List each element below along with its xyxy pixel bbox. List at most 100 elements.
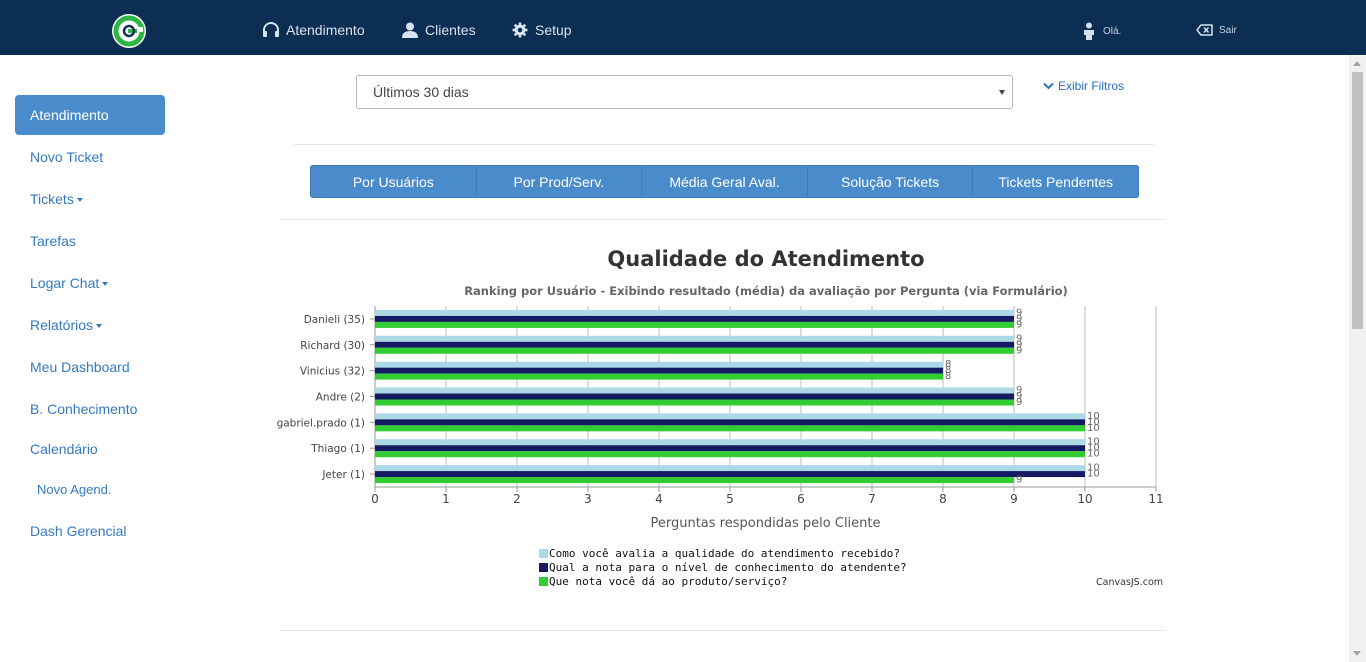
sidebar-item-label: Dash Gerencial [30, 523, 127, 539]
user-figure-icon [1084, 22, 1094, 40]
sidebar-item-dash-gerencial[interactable]: Dash Gerencial [15, 511, 165, 551]
legend-item[interactable]: Qual a nota para o nível de conhecimento… [539, 560, 907, 574]
data-label: 10 [1087, 449, 1100, 460]
bar [375, 321, 1014, 328]
bar [375, 341, 1014, 348]
sidebar-item-tarefas[interactable]: Tarefas [15, 221, 165, 261]
bar [375, 419, 1085, 426]
nav-clientes[interactable]: Clientes [401, 20, 476, 40]
scroll-thumb[interactable] [1352, 72, 1363, 329]
chart-credit[interactable]: CanvasJS.com [1096, 577, 1163, 588]
sidebar-item-label: Relatórios [30, 317, 94, 333]
sidebar-item-novo-ticket[interactable]: Novo Ticket [15, 137, 165, 177]
y-tick-label: Vinicius (32) [300, 366, 365, 378]
y-tick-label: Richard (30) [300, 340, 365, 352]
bar [375, 413, 1085, 420]
tab-solucao-tickets[interactable]: Solução Tickets [807, 165, 974, 198]
nav-setup[interactable]: Setup [511, 20, 572, 40]
x-tick-label: 7 [868, 492, 876, 506]
app-logo[interactable] [112, 14, 146, 48]
bar [375, 477, 1014, 484]
scroll-down-icon[interactable] [1353, 651, 1361, 656]
gear-icon [512, 22, 528, 38]
legend-item[interactable]: Que nota você dá ao produto/serviço? [539, 574, 907, 588]
sidebar-item-tickets[interactable]: Tickets [15, 179, 165, 219]
legend-label: Que nota você dá ao produto/serviço? [549, 574, 788, 588]
sidebar-item-label: Tarefas [30, 233, 76, 249]
legend-label: Qual a nota para o nível de conhecimento… [549, 560, 907, 574]
nav-atendimento[interactable]: Atendimento [262, 20, 365, 40]
caret-down-icon [102, 282, 109, 286]
sidebar-item-label: Meu Dashboard [30, 359, 130, 375]
x-tick-label: 2 [513, 492, 521, 506]
page-scrollbar[interactable] [1349, 55, 1366, 662]
user-menu[interactable]: Olá. [1082, 22, 1121, 40]
bar [375, 347, 1014, 354]
data-label: 9 [1016, 345, 1022, 356]
bar [375, 439, 1085, 446]
headphones-icon [263, 22, 279, 37]
sidebar-item-meu-dashboard[interactable]: Meu Dashboard [15, 347, 165, 387]
period-select[interactable]: Últimos 30 dias [356, 75, 1013, 109]
sidebar-item-label: Atendimento [30, 107, 109, 123]
tab-tickets-pendentes[interactable]: Tickets Pendentes [973, 165, 1139, 198]
bar [375, 315, 1014, 322]
y-tick-label: Andre (2) [316, 392, 365, 404]
sidebar-item-label: Novo Agend. [37, 481, 112, 497]
bar [375, 451, 1085, 458]
bar [375, 393, 1014, 400]
x-tick-label: 6 [797, 492, 805, 506]
chart-plot: 0 1 2 3 4 5 6 7 8 9 10 11 Perguntas respondidas pelo… [277, 306, 1164, 531]
bar [375, 367, 943, 374]
y-tick-label: Thiago (1) [310, 443, 365, 455]
sidebar-item-label: Novo Ticket [30, 149, 104, 165]
sidebar-item-b-conhecimento[interactable]: B. Conhecimento [15, 389, 165, 429]
backspace-icon [1196, 24, 1213, 36]
bar [375, 471, 1085, 478]
greeting-label: Olá. [1103, 25, 1122, 37]
y-tick-label: gabriel.prado (1) [277, 417, 365, 429]
x-tick-label: 3 [584, 492, 592, 506]
bar [375, 335, 1014, 342]
sidebar-item-label: Tickets [30, 191, 74, 207]
logout-button[interactable]: Sair [1196, 22, 1237, 38]
x-tick-label: 4 [655, 492, 663, 506]
tab-por-usuarios[interactable]: Por Usuários [310, 165, 477, 198]
sidebar-item-novo-agend[interactable]: Novo Agend. [15, 469, 165, 509]
divider [294, 144, 1154, 145]
bar [375, 309, 1014, 316]
data-label: 10 [1087, 423, 1100, 434]
sidebar-item-calendario[interactable]: Calendário [15, 429, 165, 469]
x-tick-label: 1 [442, 492, 450, 506]
divider [280, 630, 1166, 631]
nav-setup-label: Setup [535, 22, 572, 38]
x-tick-label: 8 [939, 492, 947, 506]
caret-down-icon [96, 324, 103, 328]
chevron-down-icon [1043, 82, 1054, 90]
data-label: 9 [1016, 319, 1022, 330]
sidebar-item-label: B. Conhecimento [30, 401, 138, 417]
scroll-up-icon[interactable] [1353, 61, 1361, 66]
show-filters-link[interactable]: Exibir Filtros [1043, 78, 1124, 94]
sidebar-item-relatorios[interactable]: Relatórios [15, 305, 165, 345]
x-tick-label: 0 [371, 492, 379, 506]
user-icon [402, 22, 418, 38]
data-label: 9 [1016, 475, 1022, 486]
sidebar-item-logar-chat[interactable]: Logar Chat [15, 263, 165, 303]
sidebar-item-label: Logar Chat [30, 275, 100, 291]
bar [375, 361, 943, 368]
data-label: 10 [1087, 469, 1100, 480]
y-tick-label: Danieli (35) [304, 314, 365, 326]
tab-media-geral-aval[interactable]: Média Geral Aval. [642, 165, 808, 198]
sidebar-item-atendimento[interactable]: Atendimento [15, 95, 165, 135]
bar [375, 445, 1085, 452]
report-tabs: Por Usuários Por Prod/Serv. Média Geral … [310, 165, 1139, 198]
nav-clientes-label: Clientes [425, 22, 476, 38]
bar [375, 373, 943, 380]
legend-item[interactable]: Como você avalia a qualidade do atendime… [539, 546, 907, 560]
tab-por-prod-serv[interactable]: Por Prod/Serv. [476, 165, 643, 198]
x-tick-label: 9 [1010, 492, 1018, 506]
nav-atendimento-label: Atendimento [286, 22, 365, 38]
x-axis-title: Perguntas respondidas pelo Cliente [650, 516, 880, 531]
bar [375, 399, 1014, 406]
